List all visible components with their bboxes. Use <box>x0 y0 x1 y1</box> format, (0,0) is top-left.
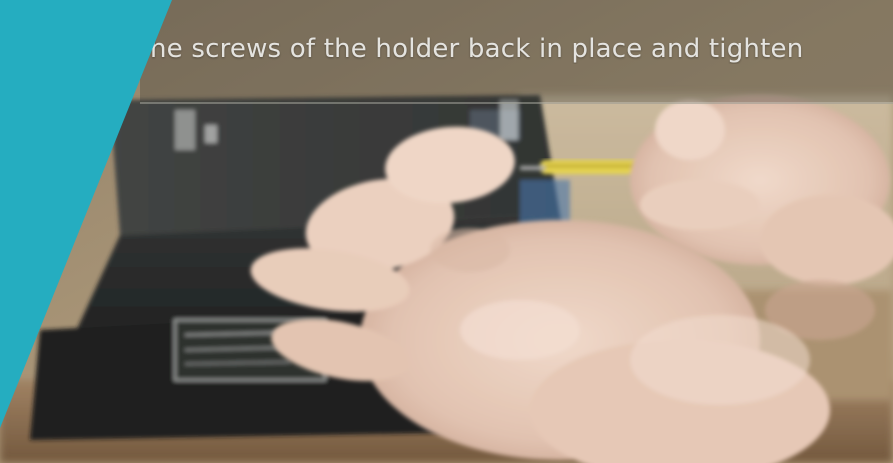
video-frame: he screws of the holder back in place an… <box>0 0 893 463</box>
caption-text: he screws of the holder back in place an… <box>150 34 804 64</box>
